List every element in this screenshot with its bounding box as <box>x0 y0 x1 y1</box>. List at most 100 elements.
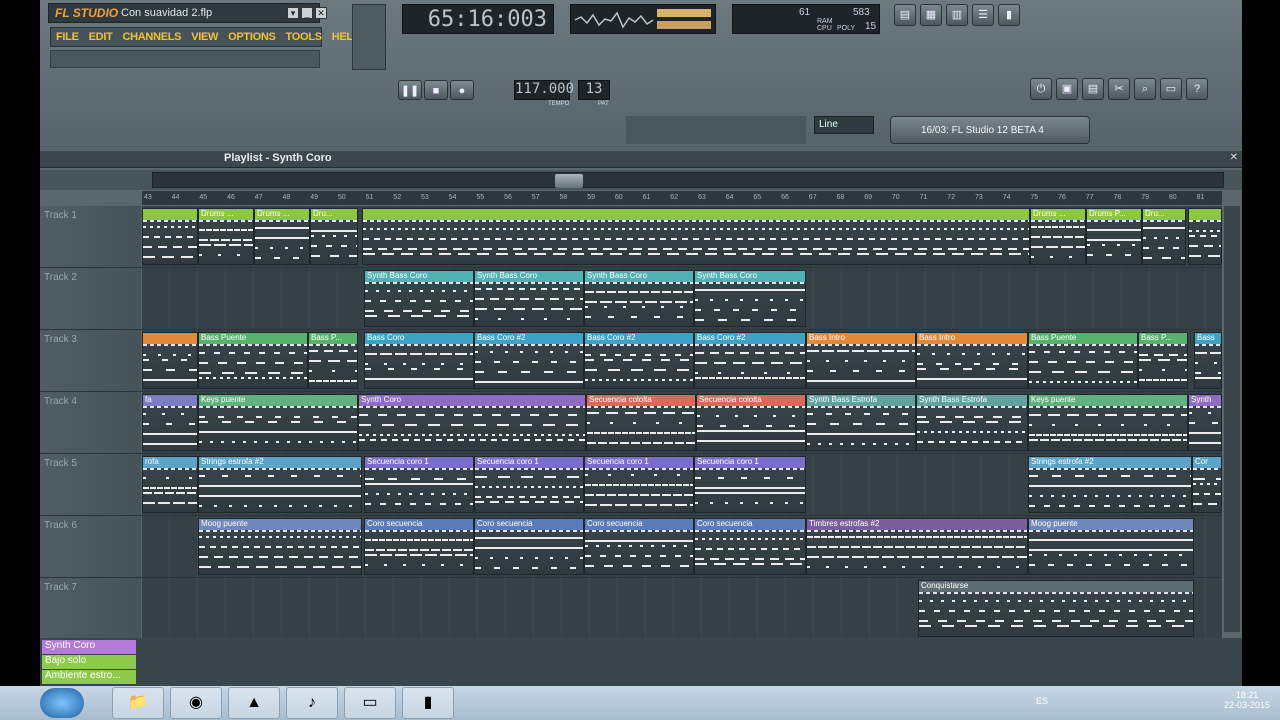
track-label[interactable]: Track 3 <box>40 330 141 391</box>
pattern-clip[interactable]: Keys puente <box>198 394 358 451</box>
song-position-display[interactable]: 65:16:003 <box>402 4 554 34</box>
fl-studio-icon[interactable]: ♪ <box>286 687 338 719</box>
scroll-thumb[interactable] <box>555 174 583 188</box>
start-button[interactable] <box>40 688 84 718</box>
search-icon[interactable]: ⌕ <box>1134 78 1156 100</box>
pattern-clip[interactable]: Synth Bass Estrofa <box>916 394 1028 451</box>
pattern-clip[interactable]: Bass P... <box>1138 332 1188 389</box>
menu-tools[interactable]: TOOLS <box>281 28 327 46</box>
close-icon[interactable]: ✕ <box>315 7 327 19</box>
vlc-icon[interactable]: ▲ <box>228 687 280 719</box>
pattern-clip[interactable]: Synth Coro <box>358 394 586 451</box>
pattern-item-ambiente[interactable]: Ambiente estro... <box>42 670 136 684</box>
snap-select[interactable]: Line <box>814 116 874 134</box>
menu-view[interactable]: VIEW <box>186 28 223 46</box>
chrome-icon[interactable]: ◉ <box>170 687 222 719</box>
vertical-scrollbar[interactable] <box>1224 206 1240 632</box>
explorer-icon[interactable]: 📁 <box>112 687 164 719</box>
track-label[interactable]: Track 7 <box>40 578 141 639</box>
pattern-clip[interactable]: Bass P... <box>308 332 358 389</box>
tool-buttons[interactable] <box>626 116 806 144</box>
pattern-clip[interactable]: Secuencia coro 1 <box>584 456 694 513</box>
pattern-clip[interactable]: Bass Intro <box>916 332 1028 389</box>
track-lane[interactable]: Synth Bass Coro Synth Bass Coro Synth Bass… <box>142 268 1222 329</box>
pattern-clip[interactable]: Bass Puente <box>198 332 308 389</box>
pattern-display[interactable]: 13 <box>578 80 610 100</box>
mixer-icon[interactable]: ▮ <box>998 4 1020 26</box>
pattern-clip[interactable]: Bass Intro <box>806 332 916 389</box>
pattern-clip[interactable]: Bass Coro <box>364 332 474 389</box>
pattern-clip[interactable]: Synth Bass Estrofa <box>806 394 916 451</box>
pattern-clip[interactable]: Bass Coro #2 <box>474 332 584 389</box>
pattern-clip[interactable]: Bass Puente <box>1028 332 1138 389</box>
language-indicator[interactable]: ES <box>1036 696 1048 706</box>
pattern-clip[interactable]: Timbres estrofas #2 <box>806 518 1028 575</box>
tools-icon[interactable]: ✂ <box>1108 78 1130 100</box>
pause-icon[interactable]: ❚❚ <box>398 80 422 100</box>
menu-icon[interactable]: ▾ <box>287 7 299 19</box>
pattern-item-bajo-solo[interactable]: Bajo solo <box>42 655 136 669</box>
pattern-clip[interactable]: Bass <box>1194 332 1222 389</box>
pattern-clip[interactable]: Dru... <box>310 208 358 265</box>
playlist-title[interactable]: Playlist - Synth Coro <box>224 152 332 164</box>
help-icon[interactable]: ? <box>1186 78 1208 100</box>
step-sequencer-icon[interactable]: ▦ <box>920 4 942 26</box>
menu-edit[interactable]: EDIT <box>84 28 118 46</box>
menu-options[interactable]: OPTIONS <box>223 28 280 46</box>
track-lane[interactable]: Moog puente Coro secuencia Coro secuencia C… <box>142 516 1222 577</box>
pattern-clip[interactable]: Moog puente <box>198 518 362 575</box>
pattern-clip[interactable]: Synth Bass Coro <box>364 270 474 327</box>
pattern-clip[interactable] <box>142 208 198 265</box>
menu-channels[interactable]: CHANNELS <box>118 28 187 46</box>
track-label[interactable]: Track 1 <box>40 206 141 267</box>
pattern-clip[interactable]: Dru... <box>1142 208 1186 265</box>
pattern-clip[interactable]: Synth Bass Coro <box>474 270 584 327</box>
master-volume-slider[interactable] <box>352 4 386 70</box>
track-lane[interactable]: Conquistarse <box>142 578 1222 639</box>
pattern-clip[interactable] <box>362 208 1030 265</box>
horizontal-scrollbar[interactable] <box>152 172 1224 188</box>
track-label[interactable]: Track 2 <box>40 268 141 329</box>
record-icon[interactable]: ● <box>450 80 474 100</box>
pattern-clip[interactable]: Bass Coro #2 <box>694 332 806 389</box>
menu-file[interactable]: FILE <box>51 28 84 46</box>
pattern-clip[interactable]: Secuencia cololta <box>696 394 806 451</box>
pattern-clip[interactable]: Secuencia coro 1 <box>364 456 474 513</box>
document-icon[interactable]: ▭ <box>1160 78 1182 100</box>
browser-icon[interactable]: ☰ <box>972 4 994 26</box>
pattern-clip[interactable]: Keys puente <box>1028 394 1188 451</box>
pattern-clip[interactable]: Synth Bass Coro <box>584 270 694 327</box>
track-lane[interactable]: Drums ... Drums ... Dru... Drums ... Drums P… <box>142 206 1222 267</box>
power-icon[interactable]: ⏻ <box>1030 78 1052 100</box>
pattern-clip[interactable]: Coro secuencia <box>474 518 584 575</box>
pattern-clip[interactable]: rofa <box>142 456 198 513</box>
pattern-clip[interactable] <box>142 332 198 389</box>
save-icon[interactable]: ▣ <box>1056 78 1078 100</box>
track-label[interactable]: Track 5 <box>40 454 141 515</box>
pattern-clip[interactable]: Secuencia cololta <box>586 394 696 451</box>
pattern-clip[interactable]: Bass Coro #2 <box>584 332 694 389</box>
track-label[interactable]: Track 6 <box>40 516 141 577</box>
sticky-notes-icon[interactable]: ▭ <box>344 687 396 719</box>
playlist-window-icon[interactable]: ▤ <box>894 4 916 26</box>
app-icon[interactable]: ▮ <box>402 687 454 719</box>
pattern-clip[interactable]: Synth <box>1188 394 1222 451</box>
pattern-clip[interactable]: Coro secuencia <box>364 518 474 575</box>
export-icon[interactable]: ▤ <box>1082 78 1104 100</box>
track-lane[interactable]: fa Keys puente Synth Coro Secuencia cololta… <box>142 392 1222 453</box>
pattern-clip[interactable]: Strings estrofa #2 <box>1028 456 1192 513</box>
timeline-ruler[interactable]: 43 44 45 46 47 48 49 50 51 52 53 54 55 56 57 58 59 60 61 62… <box>142 191 1222 205</box>
close-icon[interactable]: ✕ <box>1230 152 1238 163</box>
pattern-clip[interactable]: Secuencia coro 1 <box>474 456 584 513</box>
pattern-clip[interactable]: Drums ... <box>254 208 310 265</box>
pattern-clip[interactable]: Cor <box>1192 456 1222 513</box>
track-lane[interactable]: Bass Puente Bass P... Bass Coro Bass Coro #… <box>142 330 1222 391</box>
track-label[interactable]: Track 4 <box>40 392 141 453</box>
pattern-clip[interactable]: Strings estrofa #2 <box>198 456 362 513</box>
pattern-item-synth-coro[interactable]: Synth Coro <box>42 640 136 654</box>
pattern-clip[interactable]: Drums ... <box>1030 208 1086 265</box>
news-panel[interactable]: 16/03: FL Studio 12 BETA 4 <box>890 116 1090 144</box>
stop-icon[interactable]: ■ <box>424 80 448 100</box>
pattern-clip[interactable]: Coro secuencia <box>694 518 806 575</box>
pattern-clip[interactable]: Synth Bass Coro <box>694 270 806 327</box>
